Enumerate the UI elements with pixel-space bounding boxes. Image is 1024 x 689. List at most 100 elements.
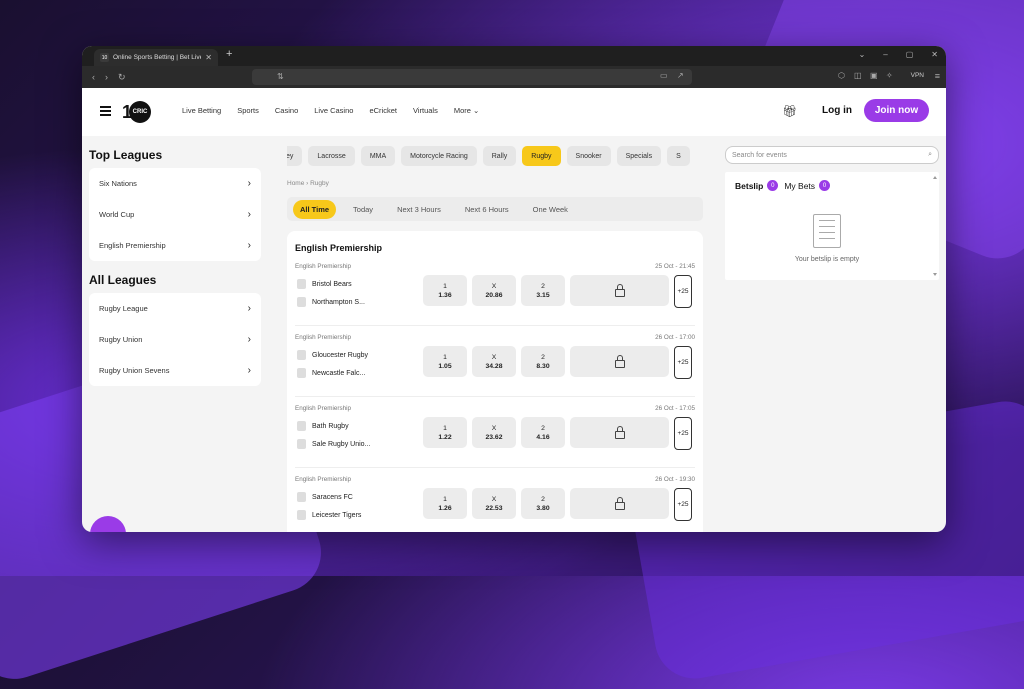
- cast-icon[interactable]: ▭: [660, 71, 668, 80]
- odd-home-button[interactable]: 1 1.22: [423, 417, 467, 448]
- league-item-english-premiership[interactable]: English Premiership ›: [89, 230, 261, 261]
- chevron-right-icon: ›: [247, 303, 251, 314]
- match-teams[interactable]: Bristol Bears Northampton S...: [297, 275, 422, 311]
- tab-next-3-hours[interactable]: Next 3 Hours: [390, 200, 448, 219]
- back-icon[interactable]: ‹: [92, 72, 95, 82]
- search-input[interactable]: Search for events ⌕: [725, 146, 939, 164]
- match-teams[interactable]: Saracens FC Leicester Tigers: [297, 488, 422, 524]
- sport-pill[interactable]: S: [667, 146, 690, 166]
- close-tab-icon[interactable]: ✕: [205, 53, 212, 62]
- forward-icon[interactable]: ›: [105, 72, 108, 82]
- logo[interactable]: 1 CRIC: [122, 101, 152, 123]
- league-item-world-cup[interactable]: World Cup ›: [89, 199, 261, 230]
- odd-away-button[interactable]: 2 8.30: [521, 346, 565, 377]
- nav-more[interactable]: More ⌄: [454, 106, 479, 115]
- home-team-name: Gloucester Rugby: [312, 351, 369, 359]
- tab-betslip[interactable]: Betslip: [735, 181, 763, 191]
- shirt-icon: [297, 279, 306, 289]
- reload-icon[interactable]: ↻: [118, 72, 126, 83]
- sport-pill-rugby[interactable]: Rugby: [522, 146, 561, 166]
- nav-live-betting[interactable]: Live Betting: [182, 106, 221, 115]
- gift-icon[interactable]: 🎁︎: [782, 104, 797, 118]
- more-markets-button[interactable]: +25: [674, 488, 692, 521]
- match-time: 26 Oct - 17:00: [655, 334, 695, 341]
- odd-away-button[interactable]: 2 3.15: [521, 275, 565, 306]
- odd-draw-button[interactable]: X 34.28: [472, 346, 516, 377]
- ai-icon[interactable]: ✧: [886, 71, 893, 80]
- odd-draw-button[interactable]: X 22.53: [472, 488, 516, 519]
- odd-away-button[interactable]: 2 4.16: [521, 417, 565, 448]
- league-item-rugby-union[interactable]: Rugby Union ›: [89, 324, 261, 355]
- odd-label: 1: [443, 495, 447, 503]
- sport-pill-snooker[interactable]: Snooker: [566, 146, 611, 166]
- main-content: ey Lacrosse MMA Motorcycle Racing Rally …: [287, 146, 703, 532]
- sport-pill-lacrosse[interactable]: Lacrosse: [308, 146, 355, 166]
- more-markets-button[interactable]: +25: [674, 346, 692, 379]
- url-field[interactable]: ⇅: [252, 69, 692, 85]
- odd-home-button[interactable]: 1 1.26: [423, 488, 467, 519]
- chat-button[interactable]: [90, 516, 126, 532]
- betslip: Betslip 0 My Bets 0 Your betslip is empt…: [725, 172, 939, 280]
- odd-label: 2: [541, 424, 545, 432]
- maximize-icon[interactable]: ▢: [906, 50, 914, 59]
- league-sidebar: Top Leagues Six Nations › World Cup › Engl…: [89, 146, 261, 398]
- sport-pill-rally[interactable]: Rally: [482, 146, 517, 166]
- match-league: English Premiership: [295, 476, 351, 483]
- new-tab-icon[interactable]: +: [226, 48, 232, 60]
- site-settings-icon[interactable]: ⇅: [277, 72, 284, 81]
- tab-all-time[interactable]: All Time: [293, 199, 337, 219]
- vpn-button[interactable]: VPN: [911, 72, 924, 79]
- odd-draw-button[interactable]: X 23.62: [472, 417, 516, 448]
- close-window-icon[interactable]: ✕: [931, 50, 938, 59]
- minimize-icon[interactable]: –: [883, 50, 887, 59]
- match-teams[interactable]: Gloucester Rugby Newcastle Falc...: [297, 346, 422, 382]
- sport-pill-mma[interactable]: MMA: [360, 146, 396, 166]
- breadcrumb[interactable]: Home › Rugby: [287, 180, 703, 187]
- league-label: English Premiership: [99, 241, 166, 250]
- odd-label: 1: [443, 353, 447, 361]
- tab-today[interactable]: Today: [346, 200, 380, 219]
- wallet-icon[interactable]: ▣: [870, 71, 878, 80]
- sport-pill-specials[interactable]: Specials: [616, 146, 662, 166]
- sport-pill[interactable]: ey: [287, 146, 303, 166]
- browser-tab[interactable]: 10 Online Sports Betting | Bet Live ✕: [94, 49, 218, 66]
- tab-title: Online Sports Betting | Bet Live: [113, 54, 202, 61]
- league-item-six-nations[interactable]: Six Nations ›: [89, 168, 261, 199]
- all-leagues-title: All Leagues: [89, 273, 157, 287]
- more-markets-button[interactable]: +25: [674, 417, 692, 450]
- more-markets-button[interactable]: +25: [674, 275, 692, 308]
- betslip-panel: Search for events ⌕ Betslip 0 My Bets 0 …: [725, 146, 939, 280]
- nav-sports[interactable]: Sports: [237, 106, 259, 115]
- nav-ecricket[interactable]: eCricket: [369, 106, 397, 115]
- league-label: Rugby League: [99, 304, 148, 313]
- shirt-icon: [297, 350, 306, 360]
- odd-label: X: [491, 495, 497, 503]
- odd-home-button[interactable]: 1 1.05: [423, 346, 467, 377]
- share-icon[interactable]: ↗: [677, 71, 684, 80]
- join-button[interactable]: Join now: [864, 99, 929, 122]
- sidebar-icon[interactable]: ◫: [854, 71, 862, 80]
- odd-away-button[interactable]: 2 3.80: [521, 488, 565, 519]
- search-icon[interactable]: ⌕: [928, 151, 932, 159]
- hamburger-icon[interactable]: [100, 106, 111, 118]
- nav-virtuals[interactable]: Virtuals: [413, 106, 438, 115]
- match-teams[interactable]: Bath Rugby Sale Rugby Unio...: [297, 417, 422, 453]
- extensions-icon[interactable]: ⬡: [838, 71, 845, 80]
- nav-live-casino[interactable]: Live Casino: [314, 106, 353, 115]
- sport-pill-motorcycle-racing[interactable]: Motorcycle Racing: [401, 146, 477, 166]
- tab-my-bets[interactable]: My Bets: [784, 181, 815, 191]
- nav-casino[interactable]: Casino: [275, 106, 298, 115]
- login-button[interactable]: Log in: [822, 105, 852, 116]
- match-time: 25 Oct - 21:45: [655, 263, 695, 270]
- menu-icon[interactable]: ≡: [935, 71, 940, 81]
- league-item-rugby-union-sevens[interactable]: Rugby Union Sevens ›: [89, 355, 261, 386]
- league-item-rugby-league[interactable]: Rugby League ›: [89, 293, 261, 324]
- tab-next-6-hours[interactable]: Next 6 Hours: [458, 200, 516, 219]
- tab-one-week[interactable]: One Week: [526, 200, 575, 219]
- shirt-icon: [297, 510, 306, 520]
- odd-draw-button[interactable]: X 20.86: [472, 275, 516, 306]
- odd-home-button[interactable]: 1 1.36: [423, 275, 467, 306]
- chevron-down-icon[interactable]: ⌄: [859, 50, 866, 59]
- scrollbar[interactable]: [933, 176, 937, 276]
- mybets-count-badge: 0: [819, 180, 831, 191]
